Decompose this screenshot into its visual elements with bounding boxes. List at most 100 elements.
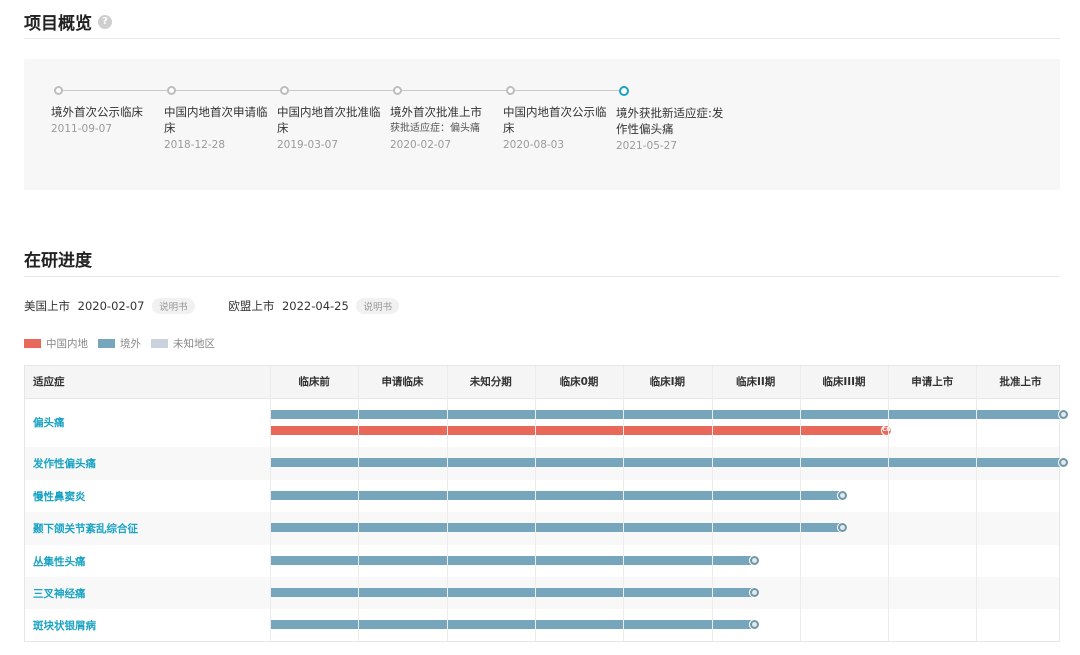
timeline-event: 境外获批新适应症:发作性偏头痛 2021-05-27 bbox=[616, 86, 728, 152]
globe-icon bbox=[1057, 457, 1069, 468]
globe-icon bbox=[748, 587, 760, 598]
column-divider bbox=[534, 366, 536, 641]
progress-bar-abroad bbox=[270, 620, 752, 629]
timeline-dot bbox=[54, 86, 63, 95]
progress-divider bbox=[24, 276, 1060, 277]
column-divider bbox=[270, 366, 271, 641]
timeline-dot bbox=[619, 86, 629, 96]
timeline-dot bbox=[280, 86, 289, 95]
column-header-stage: 临床I期 bbox=[649, 376, 686, 388]
column-header-stage: 临床前 bbox=[298, 376, 330, 388]
column-divider bbox=[976, 366, 978, 641]
progress-bar-abroad bbox=[270, 491, 840, 500]
column-divider bbox=[623, 366, 625, 641]
globe-icon bbox=[836, 490, 848, 501]
legend-label: 未知地区 bbox=[173, 338, 215, 350]
timeline-event: 境外首次批准上市 获批适应症：偏头痛 2020-02-07 bbox=[390, 86, 502, 151]
globe-icon bbox=[836, 522, 848, 533]
progress-bar-abroad bbox=[270, 556, 752, 565]
launch-date: 2022-04-25 bbox=[281, 299, 349, 313]
region-legend: 中国内地 境外 未知地区 bbox=[24, 336, 225, 351]
cn-marker-icon: CN bbox=[881, 425, 893, 436]
launch-eu: 欧盟上市 2022-04-25 说明书 bbox=[228, 298, 399, 314]
timeline-dot bbox=[506, 86, 515, 95]
table-header: 适应症 临床前 申请临床 未知分期 临床0期 临床I期 临床II期 临床III期 申请上市 批准上… bbox=[25, 366, 1059, 399]
indication-link[interactable]: 丛集性头痛 bbox=[33, 554, 86, 569]
globe-icon bbox=[1057, 409, 1069, 420]
progress-bar-abroad bbox=[270, 523, 840, 532]
column-header-stage: 申请上市 bbox=[911, 376, 954, 388]
event-title: 中国内地首次批准临床 bbox=[277, 105, 381, 135]
overview-timeline: 境外首次公示临床 2011-09-07 中国内地首次申请临床 2018-12-28 中国… bbox=[24, 59, 1060, 190]
launch-date: 2020-02-07 bbox=[77, 299, 145, 313]
event-title: 中国内地首次公示临床 bbox=[503, 105, 607, 135]
progress-title: 在研进度 bbox=[24, 251, 92, 271]
event-title: 中国内地首次申请临床 bbox=[164, 105, 268, 135]
column-header-stage: 批准上市 bbox=[999, 376, 1042, 388]
column-header-stage: 临床III期 bbox=[822, 376, 866, 388]
legend-swatch bbox=[98, 338, 115, 348]
progress-bar-abroad bbox=[270, 458, 1061, 467]
table-row: 颞下颌关节紊乱综合征 bbox=[25, 512, 1059, 545]
timeline-dot bbox=[393, 86, 402, 95]
timeline-event: 境外首次公示临床 2011-09-07 bbox=[51, 86, 163, 135]
indication-link[interactable]: 慢性鼻窦炎 bbox=[33, 489, 86, 504]
timeline-event: 中国内地首次申请临床 2018-12-28 bbox=[164, 86, 276, 151]
timeline-event: 中国内地首次公示临床 2020-08-03 bbox=[503, 86, 615, 151]
column-divider bbox=[446, 366, 448, 641]
table-row: 发作性偏头痛 bbox=[25, 447, 1069, 480]
progress-bar-abroad bbox=[270, 410, 1061, 419]
legend-item: 境外 bbox=[98, 336, 141, 351]
column-divider bbox=[888, 366, 890, 641]
column-header-stage: 未知分期 bbox=[469, 376, 512, 388]
launch-region: 美国上市 bbox=[24, 299, 70, 313]
globe-icon bbox=[748, 619, 760, 630]
legend-item: 未知地区 bbox=[151, 336, 215, 351]
column-divider bbox=[711, 366, 713, 641]
column-header-stage: 临床II期 bbox=[735, 376, 776, 388]
progress-table: 偏头痛 CN 发作性偏头痛 慢性鼻窦炎颞下颌关节紊乱综合征 丛集性头痛三叉神经痛斑块状银… bbox=[24, 365, 1069, 642]
indication-link[interactable]: 三叉神经痛 bbox=[33, 586, 86, 601]
timeline-dot bbox=[167, 86, 176, 95]
event-title: 境外获批新适应症:发作性偏头痛 bbox=[616, 106, 724, 136]
event-date: 2020-08-03 bbox=[503, 139, 565, 151]
timeline-event: 中国内地首次批准临床 2019-03-07 bbox=[277, 86, 389, 151]
overview-divider bbox=[24, 38, 1060, 39]
event-date: 2018-12-28 bbox=[164, 139, 226, 151]
table-row: 丛集性头痛 bbox=[25, 545, 1059, 577]
table-row: 三叉神经痛 bbox=[25, 577, 1059, 609]
column-header-indication: 适应症 bbox=[33, 376, 65, 388]
legend-item: 中国内地 bbox=[24, 336, 88, 351]
help-icon[interactable]: ? bbox=[98, 15, 112, 29]
table-row: 慢性鼻窦炎 bbox=[25, 480, 1059, 512]
event-title: 境外首次批准上市 bbox=[390, 105, 482, 119]
progress-bar-cn bbox=[270, 426, 885, 435]
column-header-stage: 申请临床 bbox=[381, 376, 424, 388]
globe-icon bbox=[748, 555, 760, 566]
event-date: 2021-05-27 bbox=[616, 140, 678, 152]
progress-bar-abroad bbox=[270, 588, 752, 597]
manual-link[interactable]: 说明书 bbox=[152, 298, 195, 314]
manual-link[interactable]: 说明书 bbox=[356, 298, 399, 314]
table-row: 偏头痛 CN bbox=[25, 399, 1069, 447]
column-divider bbox=[358, 366, 360, 641]
indication-link[interactable]: 斑块状银屑病 bbox=[33, 618, 96, 633]
event-title: 境外首次公示临床 bbox=[51, 105, 143, 119]
indication-link[interactable]: 发作性偏头痛 bbox=[33, 456, 96, 471]
launch-summary: 美国上市 2020-02-07 说明书 欧盟上市 2022-04-25 说明书 bbox=[24, 298, 429, 314]
legend-swatch bbox=[151, 338, 168, 348]
column-divider bbox=[799, 366, 801, 641]
indication-link[interactable]: 偏头痛 bbox=[33, 415, 65, 430]
legend-label: 中国内地 bbox=[46, 338, 88, 350]
launch-us: 美国上市 2020-02-07 说明书 bbox=[24, 298, 195, 314]
event-date: 2019-03-07 bbox=[277, 139, 339, 151]
launch-region: 欧盟上市 bbox=[228, 299, 275, 313]
event-date: 2011-09-07 bbox=[51, 123, 113, 135]
legend-swatch bbox=[24, 338, 41, 348]
event-subtitle: 获批适应症：偏头痛 bbox=[390, 123, 480, 134]
column-header-stage: 临床0期 bbox=[559, 376, 599, 388]
overview-title: 项目概览? bbox=[24, 9, 112, 34]
legend-label: 境外 bbox=[120, 338, 141, 350]
indication-link[interactable]: 颞下颌关节紊乱综合征 bbox=[33, 521, 138, 536]
event-date: 2020-02-07 bbox=[390, 139, 452, 151]
